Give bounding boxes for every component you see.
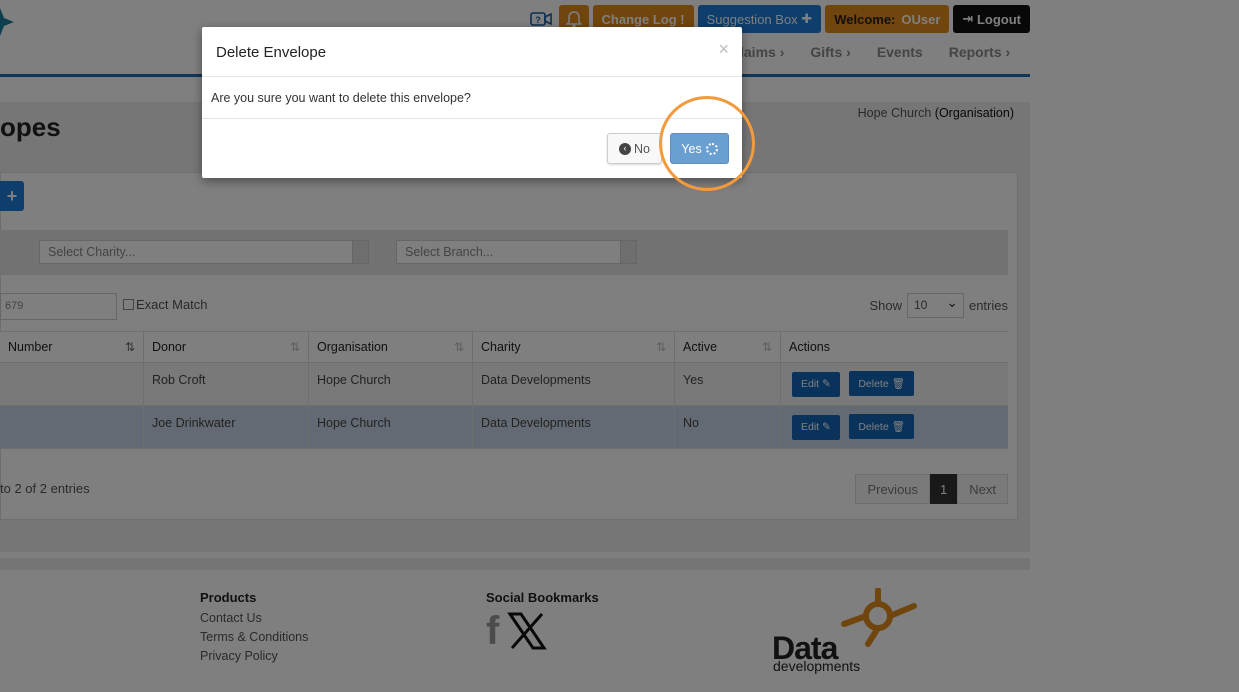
- click-highlight-ring: [659, 96, 755, 191]
- arrow-left-circle-icon: ‹: [619, 142, 631, 155]
- no-button[interactable]: ‹ No: [607, 133, 662, 164]
- close-icon[interactable]: ×: [718, 39, 729, 60]
- dialog-title: Delete Envelope: [216, 44, 327, 61]
- no-label: No: [634, 141, 650, 156]
- dialog-message: Are you sure you want to delete this env…: [202, 77, 742, 119]
- dialog-header: Delete Envelope ×: [202, 27, 742, 77]
